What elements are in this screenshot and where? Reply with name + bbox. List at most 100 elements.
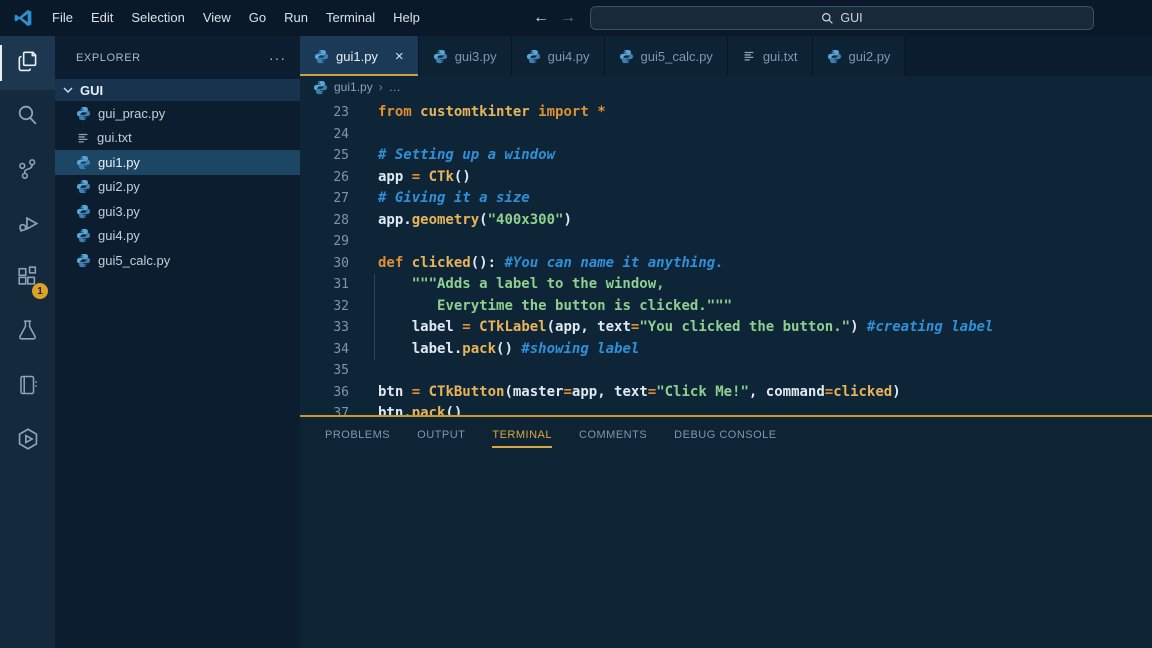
activity-hexagon-play-icon[interactable] [0, 414, 55, 468]
menu-view[interactable]: View [194, 0, 240, 36]
file-row-gui4.py[interactable]: gui4.py [55, 224, 300, 249]
activity-files-icon[interactable] [0, 36, 55, 90]
activity-run-debug-icon[interactable] [0, 198, 55, 252]
line-number: 25 [300, 145, 349, 167]
menu-run[interactable]: Run [275, 0, 317, 36]
code-line-27: 27# Giving it a size [300, 188, 1152, 210]
code-line-32: 32 Everytime the button is clicked.""" [300, 296, 1152, 318]
menu-file[interactable]: File [43, 0, 82, 36]
panel-tab-problems[interactable]: PROBLEMS [325, 417, 390, 453]
command-search-input[interactable]: GUI [590, 6, 1094, 30]
line-content: # Giving it a size [349, 188, 530, 210]
python-icon [76, 106, 91, 121]
code-line-35: 35 [300, 360, 1152, 382]
activity-search-icon[interactable] [0, 90, 55, 144]
more-actions-icon[interactable]: ··· [269, 50, 286, 66]
files-icon [15, 48, 41, 79]
line-number: 28 [300, 210, 349, 232]
line-number: 27 [300, 188, 349, 210]
file-name: gui4.py [98, 228, 140, 243]
python-icon [76, 204, 91, 219]
activity-notebook-icon[interactable] [0, 360, 55, 414]
line-content: btn = CTkButton(master=app, text="Click … [349, 382, 901, 404]
file-row-gui.txt[interactable]: gui.txt [55, 126, 300, 151]
breadcrumb-file[interactable]: gui1.py [334, 80, 373, 94]
line-content: # Setting up a window [349, 145, 555, 167]
panel-tab-debug-console[interactable]: DEBUG CONSOLE [674, 417, 776, 453]
file-name: gui2.py [98, 179, 140, 194]
line-number: 34 [300, 339, 349, 361]
menu-go[interactable]: Go [240, 0, 275, 36]
breadcrumb-more[interactable]: … [389, 80, 401, 94]
activity-extensions-icon[interactable]: 1 [0, 252, 55, 306]
indent-guide [374, 296, 375, 318]
breadcrumb-separator: › [379, 80, 383, 94]
file-name: gui1.py [98, 155, 140, 170]
line-content: label = CTkLabel(app, text="You clicked … [349, 317, 993, 339]
line-content: """Adds a label to the window, [349, 274, 665, 296]
python-icon [76, 155, 91, 170]
code-editor[interactable]: 23from customtkinter import *2425# Setti… [300, 98, 1152, 451]
run-debug-icon [15, 210, 41, 241]
editor-tab-bar: gui1.py×gui3.pygui4.py gui5_calc.py gui.tx… [300, 36, 1152, 76]
python-icon [76, 253, 91, 268]
search-value: GUI [840, 11, 862, 25]
line-number: 31 [300, 274, 349, 296]
folder-row-gui[interactable]: GUI [55, 79, 300, 101]
python-icon [827, 49, 842, 64]
chevron-down-icon [60, 82, 76, 98]
code-line-29: 29 [300, 231, 1152, 253]
python-icon [76, 179, 91, 194]
code-line-28: 28app.geometry("400x300") [300, 210, 1152, 232]
menu-terminal[interactable]: Terminal [317, 0, 384, 36]
code-line-23: 23from customtkinter import * [300, 102, 1152, 124]
editor-tab-gui5_calc.py[interactable]: gui5_calc.py [605, 36, 728, 76]
code-line-33: 33 label = CTkLabel(app, text="You click… [300, 317, 1152, 339]
file-row-gui_prac.py[interactable]: gui_prac.py [55, 101, 300, 126]
editor-tab-gui3.py[interactable]: gui3.py [419, 36, 512, 76]
menu-selection[interactable]: Selection [122, 0, 193, 36]
line-content: label.pack() #showing label [349, 339, 639, 361]
editor-area: gui1.py×gui3.pygui4.pygui5_calc.pygui.tx… [300, 36, 1152, 648]
panel-tab-terminal[interactable]: TERMINAL [492, 417, 552, 453]
editor-tab-gui4.py[interactable]: gui4.py [512, 36, 605, 76]
source-control-icon [15, 156, 40, 186]
tab-label: gui.txt [763, 49, 798, 64]
file-name: gui5_calc.py [98, 253, 170, 268]
close-icon[interactable]: × [395, 48, 404, 65]
breadcrumb[interactable]: gui1.py › … [300, 76, 1152, 98]
editor-tab-gui1.py[interactable]: gui1.py× [300, 36, 419, 76]
activity-beaker-icon[interactable] [0, 306, 55, 360]
python-icon [433, 49, 448, 64]
menu-help[interactable]: Help [384, 0, 429, 36]
activity-source-control-icon[interactable] [0, 144, 55, 198]
line-content [349, 360, 378, 382]
line-content: app.geometry("400x300") [349, 210, 572, 232]
file-row-gui1.py[interactable]: gui1.py [55, 150, 300, 175]
sidebar-title: EXPLORER [76, 52, 141, 64]
file-row-gui3.py[interactable]: gui3.py [55, 199, 300, 224]
line-number: 30 [300, 253, 349, 275]
editor-tab-gui.txt[interactable]: gui.txt [728, 36, 813, 76]
tab-label: gui5_calc.py [641, 49, 713, 64]
nav-back-arrow[interactable]: ← [533, 0, 549, 36]
indent-guide [374, 274, 375, 296]
explorer-sidebar: EXPLORER ··· GUI gui_prac.py gui.txt gui1.… [55, 36, 300, 648]
file-row-gui2.py[interactable]: gui2.py [55, 175, 300, 200]
menu-edit[interactable]: Edit [82, 0, 122, 36]
folder-name: GUI [80, 83, 103, 98]
hexagon-play-icon [15, 426, 41, 457]
line-number: 23 [300, 102, 349, 124]
panel-tab-output[interactable]: OUTPUT [417, 417, 465, 453]
text-file-icon [742, 49, 756, 63]
python-icon [76, 228, 91, 243]
file-name: gui.txt [97, 130, 132, 145]
code-line-26: 26app = CTk() [300, 167, 1152, 189]
extensions-badge: 1 [32, 283, 48, 299]
editor-tab-gui2.py[interactable]: gui2.py [813, 36, 906, 76]
line-content: def clicked(): #You can name it anything… [349, 253, 724, 275]
panel-tab-comments[interactable]: COMMENTS [579, 417, 647, 453]
line-number: 32 [300, 296, 349, 318]
file-row-gui5_calc.py[interactable]: gui5_calc.py [55, 248, 300, 273]
bottom-panel: PROBLEMS OUTPUT TERMINAL COMMENTS DEBUG CONS… [300, 415, 1152, 648]
